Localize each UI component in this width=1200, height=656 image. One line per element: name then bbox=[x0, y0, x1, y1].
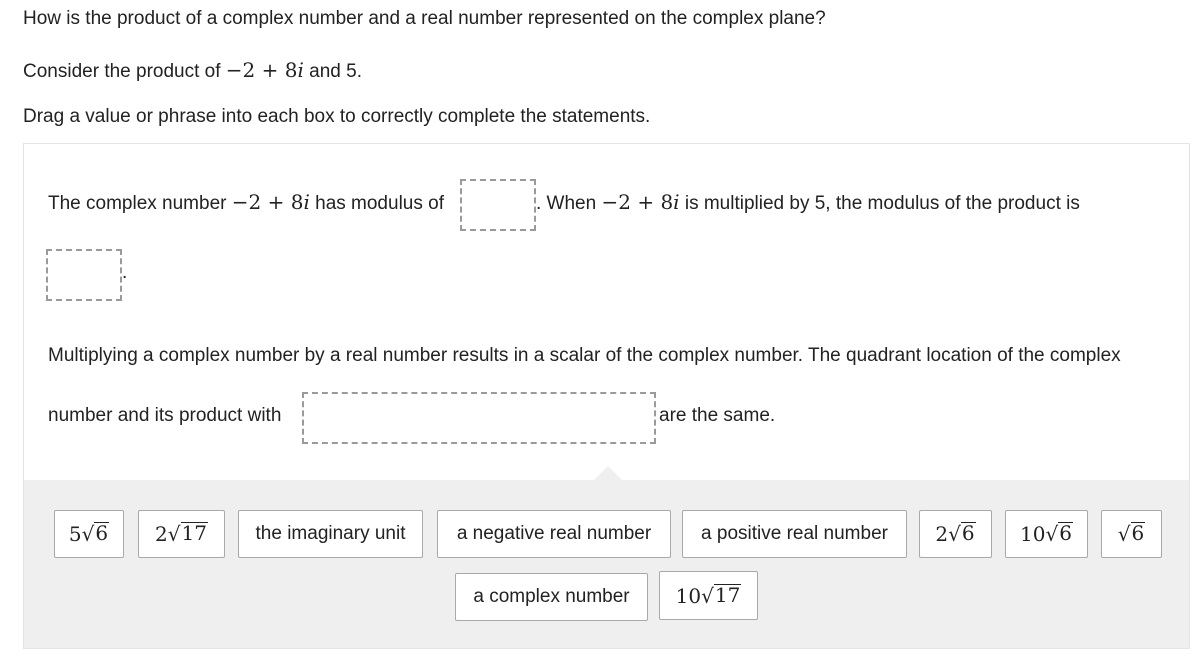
tile-coef: 2 bbox=[155, 522, 168, 546]
drop-zone-modulus-product[interactable] bbox=[46, 249, 122, 301]
bank-pointer bbox=[594, 466, 622, 480]
radical-sign: √ bbox=[701, 583, 714, 608]
tile-a-positive-real-number[interactable]: a positive real number bbox=[682, 510, 907, 558]
tile-2-sqrt-6[interactable]: 2 √ 6 bbox=[919, 510, 992, 558]
sqrt-icon: √ 6 bbox=[1045, 521, 1073, 546]
statement-2-line-2: number and its product with bbox=[48, 405, 282, 426]
radical-sign: √ bbox=[948, 522, 961, 546]
tile-radicand: 6 bbox=[960, 521, 976, 545]
tile-10-sqrt-6[interactable]: 10 √ 6 bbox=[1005, 510, 1088, 558]
consider-line: Consider the product of −2 + 8i and 5. bbox=[23, 58, 362, 83]
complex-number-math: −2 + 8i bbox=[231, 190, 310, 214]
tile-radicand: 17 bbox=[180, 521, 208, 545]
question-prompt: How is the product of a complex number a… bbox=[23, 8, 826, 29]
radical-sign: √ bbox=[1045, 522, 1059, 546]
statement-2-end: are the same. bbox=[659, 405, 776, 426]
imaginary-unit-symbol: i bbox=[673, 190, 680, 214]
tile-a-negative-real-number[interactable]: a negative real number bbox=[437, 510, 671, 558]
tile-coef: 10 bbox=[1020, 522, 1046, 546]
complex-number-math: −2 + 8i bbox=[225, 58, 304, 82]
tile-the-imaginary-unit[interactable]: the imaginary unit bbox=[238, 510, 423, 558]
statement-1-end: . bbox=[122, 262, 128, 283]
sqrt-icon: √ 6 bbox=[948, 521, 976, 546]
tile-radicand: 6 bbox=[1130, 521, 1146, 545]
statement-text: is multiplied by 5, the modulus of the p… bbox=[684, 193, 1080, 214]
drop-zone-modulus-original[interactable] bbox=[460, 179, 536, 231]
tile-5-sqrt-6[interactable]: 5 √ 6 bbox=[54, 510, 124, 558]
tile-10-sqrt-17[interactable]: 10 √ 17 bbox=[659, 571, 758, 620]
statement-text: The complex number bbox=[48, 193, 227, 214]
statement-text: has modulus of bbox=[315, 193, 444, 214]
statement-1-line-1b: . When −2 + 8i is multiplied by 5, the m… bbox=[536, 190, 1080, 215]
statement-text: . When bbox=[536, 193, 597, 214]
statement-1-line-1: The complex number −2 + 8i has modulus o… bbox=[48, 190, 444, 215]
sqrt-icon: √ 6 bbox=[1117, 521, 1146, 546]
consider-prefix: Consider the product of bbox=[23, 61, 221, 82]
consider-suffix: and 5. bbox=[309, 61, 362, 82]
instructions: Drag a value or phrase into each box to … bbox=[23, 106, 651, 127]
tile-coef: 10 bbox=[675, 583, 702, 608]
complex-number-math: −2 + 8i bbox=[601, 190, 680, 214]
tile-coef: 5 bbox=[68, 522, 82, 546]
sqrt-icon: √ 17 bbox=[168, 522, 208, 546]
tile-a-complex-number[interactable]: a complex number bbox=[455, 573, 648, 621]
imaginary-unit-symbol: i bbox=[303, 190, 310, 214]
drag-drop-panel: The complex number −2 + 8i has modulus o… bbox=[23, 143, 1190, 649]
answer-bank: 5 √ 6 2 √ 17 the imaginary unit a negative r… bbox=[24, 466, 1189, 648]
drop-zone-quadrant-phrase[interactable] bbox=[302, 392, 656, 444]
statement-2-line-1: Multiplying a complex number by a real n… bbox=[48, 345, 1121, 366]
radical-sign: √ bbox=[81, 522, 95, 546]
imaginary-unit-symbol: i bbox=[297, 58, 304, 82]
tile-coef: 2 bbox=[935, 522, 949, 546]
radical-sign: √ bbox=[1117, 522, 1131, 546]
sqrt-icon: √ 6 bbox=[81, 521, 110, 546]
tile-radicand: 17 bbox=[713, 582, 742, 607]
sqrt-icon: √ 17 bbox=[701, 582, 742, 608]
tile-2-sqrt-17[interactable]: 2 √ 17 bbox=[138, 510, 225, 558]
tile-radicand: 6 bbox=[94, 521, 110, 545]
tile-radicand: 6 bbox=[1058, 521, 1073, 545]
radical-sign: √ bbox=[167, 522, 181, 546]
tile-sqrt-6[interactable]: √ 6 bbox=[1101, 510, 1162, 558]
